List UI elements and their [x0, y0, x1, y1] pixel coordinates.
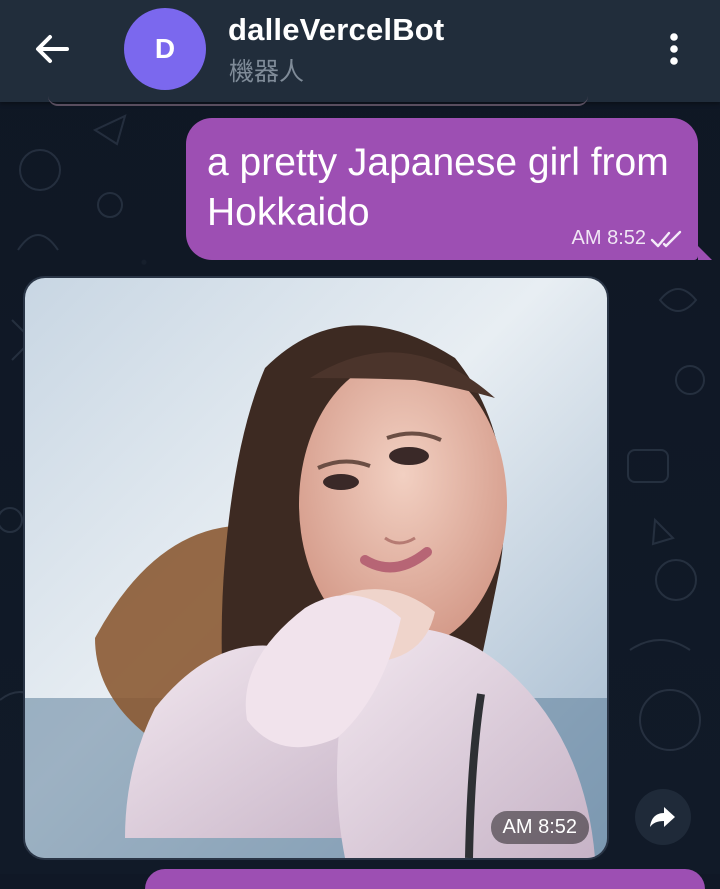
more-options-button[interactable]	[656, 27, 692, 71]
forward-share-icon	[650, 807, 675, 827]
more-vertical-icon	[670, 33, 678, 65]
avatar-letter: D	[154, 33, 176, 64]
forward-share-button[interactable]	[635, 789, 691, 845]
chat-title[interactable]: dalleVercelBot	[228, 12, 444, 48]
outgoing-message-meta: AM 8:52	[572, 227, 684, 250]
outgoing-message-bubble[interactable]: a pretty Japanese girl from Hokkaido AM …	[186, 118, 698, 260]
chat-header: D dalleVercelBot 機器人	[0, 0, 720, 102]
photo-time: AM 8:52	[490, 811, 589, 844]
chat-subtitle: 機器人	[229, 58, 305, 86]
back-button[interactable]	[26, 27, 78, 71]
generated-photo	[25, 278, 607, 858]
previous-message-edge	[48, 96, 588, 106]
outgoing-message-text: a pretty Japanese girl from Hokkaido	[207, 141, 669, 234]
incoming-photo-message[interactable]: AM 8:52	[23, 276, 609, 860]
arrow-left-icon	[36, 35, 69, 63]
double-check-icon	[650, 230, 682, 247]
message-time: AM 8:52	[571, 227, 646, 249]
bot-avatar[interactable]: D	[124, 8, 206, 90]
next-message-edge	[145, 869, 705, 889]
